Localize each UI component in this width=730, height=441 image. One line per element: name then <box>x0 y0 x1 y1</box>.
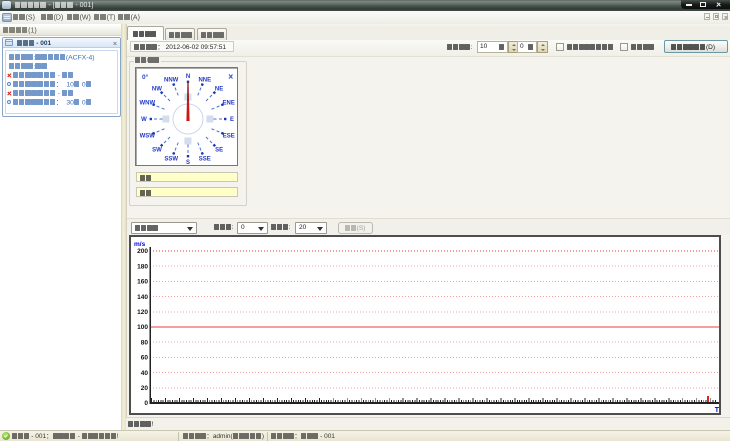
svg-text:100: 100 <box>137 324 148 331</box>
svg-text:ESE: ESE <box>223 134 235 140</box>
svg-text:ENE: ENE <box>223 101 235 107</box>
svg-text:NNE: NNE <box>198 77 211 83</box>
svg-text:NW: NW <box>152 87 162 93</box>
svg-text:0: 0 <box>144 400 148 407</box>
svg-text:20: 20 <box>141 385 149 392</box>
svg-text:W: W <box>141 117 147 123</box>
svg-text:160: 160 <box>137 279 148 286</box>
svg-text:NNW: NNW <box>164 77 179 83</box>
svg-text:140: 140 <box>137 294 148 301</box>
svg-text:80: 80 <box>141 339 149 346</box>
svg-text:m/s: m/s <box>134 241 146 248</box>
svg-text:E: E <box>230 117 234 123</box>
svg-text:180: 180 <box>137 263 148 270</box>
svg-text:S: S <box>186 160 190 166</box>
svg-text:SE: SE <box>215 147 223 153</box>
svg-text:N: N <box>186 74 190 80</box>
svg-text:40: 40 <box>141 370 149 377</box>
svg-text:T: T <box>715 407 719 413</box>
svg-text:WNW: WNW <box>139 101 155 107</box>
svg-text:SW: SW <box>152 147 162 153</box>
svg-text:NE: NE <box>215 87 223 93</box>
svg-text:60: 60 <box>141 355 149 362</box>
svg-text:WSW: WSW <box>140 134 156 140</box>
svg-text:200: 200 <box>137 248 148 255</box>
svg-text:0°: 0° <box>142 73 149 81</box>
svg-text:SSW: SSW <box>164 157 178 163</box>
svg-text:120: 120 <box>137 309 148 316</box>
svg-text:SSE: SSE <box>199 157 211 163</box>
